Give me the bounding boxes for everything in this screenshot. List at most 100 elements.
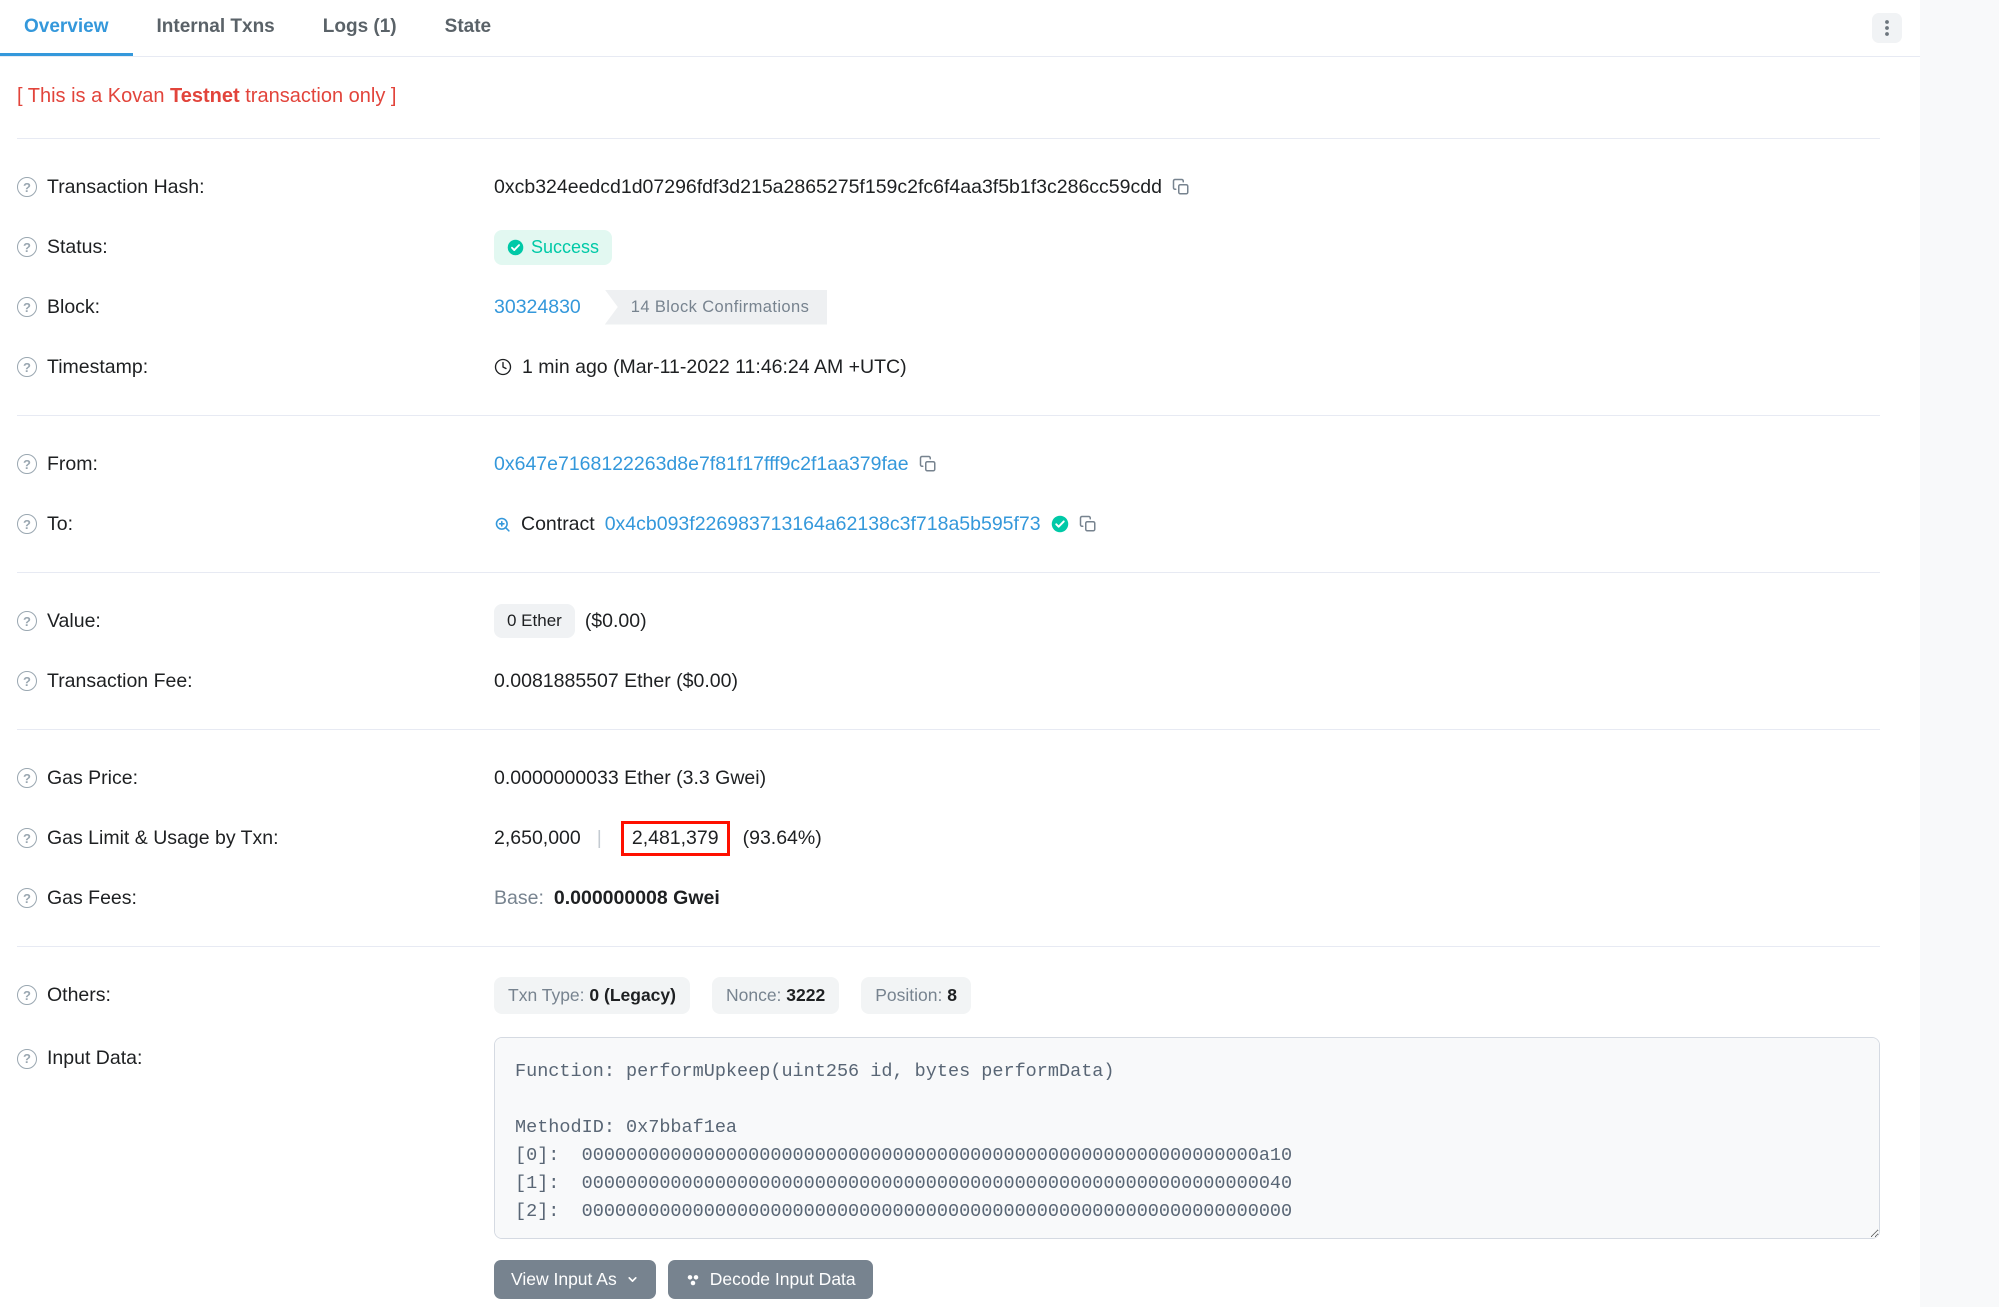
- input-data-row: ? Input Data: Function: performUpkeep(ui…: [17, 1037, 1880, 1299]
- help-icon[interactable]: ?: [17, 237, 37, 257]
- summary-section: ? Transaction Hash: 0xcb324eedcd1d07296f…: [17, 139, 1880, 416]
- from-address-link[interactable]: 0x647e7168122263d8e7f81f17fff9c2f1aa379f…: [494, 453, 909, 476]
- help-icon[interactable]: ?: [17, 514, 37, 534]
- copy-icon: [919, 455, 937, 473]
- position-label: Position:: [875, 985, 942, 1005]
- testnet-notice: [ This is a Kovan Testnet transaction on…: [17, 75, 1880, 120]
- input-data-label: Input Data:: [47, 1047, 142, 1070]
- help-icon[interactable]: ?: [17, 1049, 37, 1069]
- decode-input-data-button[interactable]: Decode Input Data: [668, 1260, 873, 1299]
- txn-type-label: Txn Type:: [508, 985, 585, 1005]
- to-address-link[interactable]: 0x4cb093f226983713164a62138c3f718a5b595f…: [605, 513, 1041, 536]
- decode-icon: [685, 1272, 701, 1288]
- gas-limit-value: 2,650,000: [494, 827, 581, 850]
- help-icon[interactable]: ?: [17, 828, 37, 848]
- copy-from-address-button[interactable]: [919, 455, 937, 473]
- help-icon[interactable]: ?: [17, 177, 37, 197]
- value-usd: ($0.00): [585, 610, 647, 633]
- help-icon[interactable]: ?: [17, 297, 37, 317]
- view-input-as-label: View Input As: [511, 1269, 617, 1290]
- help-icon[interactable]: ?: [17, 985, 37, 1005]
- transaction-hash-label-group: ? Transaction Hash:: [17, 176, 494, 199]
- gas-limit-row: ? Gas Limit & Usage by Txn: 2,650,000 | …: [17, 808, 1880, 868]
- nonce-label: Nonce:: [726, 985, 781, 1005]
- notice-prefix: [ This is a Kovan: [17, 85, 170, 107]
- tab-internal-txns[interactable]: Internal Txns: [133, 0, 299, 56]
- from-label: From:: [47, 453, 98, 476]
- copy-hash-button[interactable]: [1172, 178, 1190, 196]
- decode-input-data-label: Decode Input Data: [710, 1269, 856, 1290]
- value-label-group: ? Value:: [17, 610, 494, 633]
- transaction-fee-value: 0.0081885507 Ether ($0.00): [494, 670, 738, 693]
- input-data-label-group: ? Input Data:: [17, 1037, 494, 1070]
- others-label: Others:: [47, 984, 111, 1007]
- help-icon[interactable]: ?: [17, 888, 37, 908]
- from-row: ? From: 0x647e7168122263d8e7f81f17fff9c2…: [17, 434, 1880, 494]
- gas-used-value: 2,481,379: [632, 827, 719, 849]
- transaction-detail-page: Overview Internal Txns Logs (1) State [ …: [0, 0, 1999, 1307]
- parties-section: ? From: 0x647e7168122263d8e7f81f17fff9c2…: [17, 416, 1880, 573]
- tab-logs[interactable]: Logs (1): [299, 0, 421, 56]
- gas-price-row: ? Gas Price: 0.0000000033 Ether (3.3 Gwe…: [17, 748, 1880, 808]
- notice-bold: Testnet: [170, 85, 240, 107]
- to-row: ? To: Contract 0x4cb093f226983713164a621…: [17, 494, 1880, 554]
- gas-limit-label-group: ? Gas Limit & Usage by Txn:: [17, 827, 494, 850]
- block-label: Block:: [47, 296, 100, 319]
- transaction-fee-label: Transaction Fee:: [47, 670, 193, 693]
- overview-panel: [ This is a Kovan Testnet transaction on…: [0, 57, 1920, 1307]
- txn-type-badge: Txn Type: 0 (Legacy): [494, 977, 690, 1014]
- status-label-group: ? Status:: [17, 236, 494, 259]
- gas-fees-base-value: 0.000000008 Gwei: [554, 887, 720, 910]
- gas-price-label: Gas Price:: [47, 767, 138, 790]
- block-label-group: ? Block:: [17, 296, 494, 319]
- transaction-hash-value: 0xcb324eedcd1d07296fdf3d215a2865275f159c…: [494, 176, 1162, 199]
- zoom-in-icon[interactable]: [494, 516, 511, 533]
- others-row: ? Others: Txn Type: 0 (Legacy) Nonce: 32…: [17, 965, 1880, 1025]
- block-number-link[interactable]: 30324830: [494, 296, 581, 319]
- gas-fees-base-label: Base:: [494, 887, 544, 910]
- help-icon[interactable]: ?: [17, 611, 37, 631]
- timestamp-row: ? Timestamp: 1 min ago (Mar-11-2022 11:4…: [17, 337, 1880, 397]
- more-options-button[interactable]: [1872, 13, 1902, 43]
- view-input-as-button[interactable]: View Input As: [494, 1260, 656, 1299]
- help-icon[interactable]: ?: [17, 454, 37, 474]
- to-label-group: ? To:: [17, 513, 494, 536]
- copy-icon: [1079, 515, 1097, 533]
- position-value: 8: [947, 985, 957, 1005]
- gas-limit-separator: |: [591, 827, 608, 850]
- gas-fees-label-group: ? Gas Fees:: [17, 887, 494, 910]
- tab-overview[interactable]: Overview: [0, 0, 133, 56]
- input-data-actions: View Input As Decode Input Data: [494, 1260, 1880, 1299]
- others-label-group: ? Others:: [17, 984, 494, 1007]
- copy-to-address-button[interactable]: [1079, 515, 1097, 533]
- status-badge: Success: [494, 230, 612, 265]
- status-row: ? Status: Success: [17, 217, 1880, 277]
- transaction-fee-label-group: ? Transaction Fee:: [17, 670, 494, 693]
- gas-limit-label: Gas Limit & Usage by Txn:: [47, 827, 279, 850]
- timestamp-label: Timestamp:: [47, 356, 148, 379]
- verified-check-icon: [1051, 515, 1069, 533]
- input-data-textarea[interactable]: Function: performUpkeep(uint256 id, byte…: [494, 1037, 1880, 1239]
- position-badge: Position: 8: [861, 977, 971, 1014]
- timestamp-value: 1 min ago (Mar-11-2022 11:46:24 AM +UTC): [522, 356, 907, 379]
- help-icon[interactable]: ?: [17, 671, 37, 691]
- gas-section: ? Gas Price: 0.0000000033 Ether (3.3 Gwe…: [17, 730, 1880, 947]
- kebab-icon: [1879, 19, 1895, 37]
- tab-state[interactable]: State: [421, 0, 515, 56]
- nonce-value: 3222: [786, 985, 825, 1005]
- tab-bar: Overview Internal Txns Logs (1) State: [0, 0, 1920, 57]
- highlight-box: 2,481,379: [621, 821, 730, 856]
- transaction-hash-row: ? Transaction Hash: 0xcb324eedcd1d07296f…: [17, 157, 1880, 217]
- others-section: ? Others: Txn Type: 0 (Legacy) Nonce: 32…: [17, 947, 1880, 1307]
- help-icon[interactable]: ?: [17, 768, 37, 788]
- timestamp-label-group: ? Timestamp:: [17, 356, 494, 379]
- notice-suffix: transaction only ]: [240, 85, 397, 107]
- gas-price-value: 0.0000000033 Ether (3.3 Gwei): [494, 767, 766, 790]
- help-icon[interactable]: ?: [17, 357, 37, 377]
- gas-fees-label: Gas Fees:: [47, 887, 137, 910]
- to-contract-prefix: Contract: [521, 513, 595, 536]
- value-label: Value:: [47, 610, 101, 633]
- gas-fees-row: ? Gas Fees: Base: 0.000000008 Gwei: [17, 868, 1880, 928]
- value-row: ? Value: 0 Ether ($0.00): [17, 591, 1880, 651]
- clock-icon: [494, 358, 512, 376]
